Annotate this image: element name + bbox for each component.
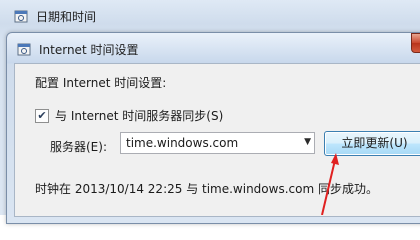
red-arrow-annotation bbox=[321, 153, 339, 215]
date-time-window: 日期和时间 Internet 时间设置 配置 Internet 时间设置: ✔ … bbox=[0, 0, 420, 224]
